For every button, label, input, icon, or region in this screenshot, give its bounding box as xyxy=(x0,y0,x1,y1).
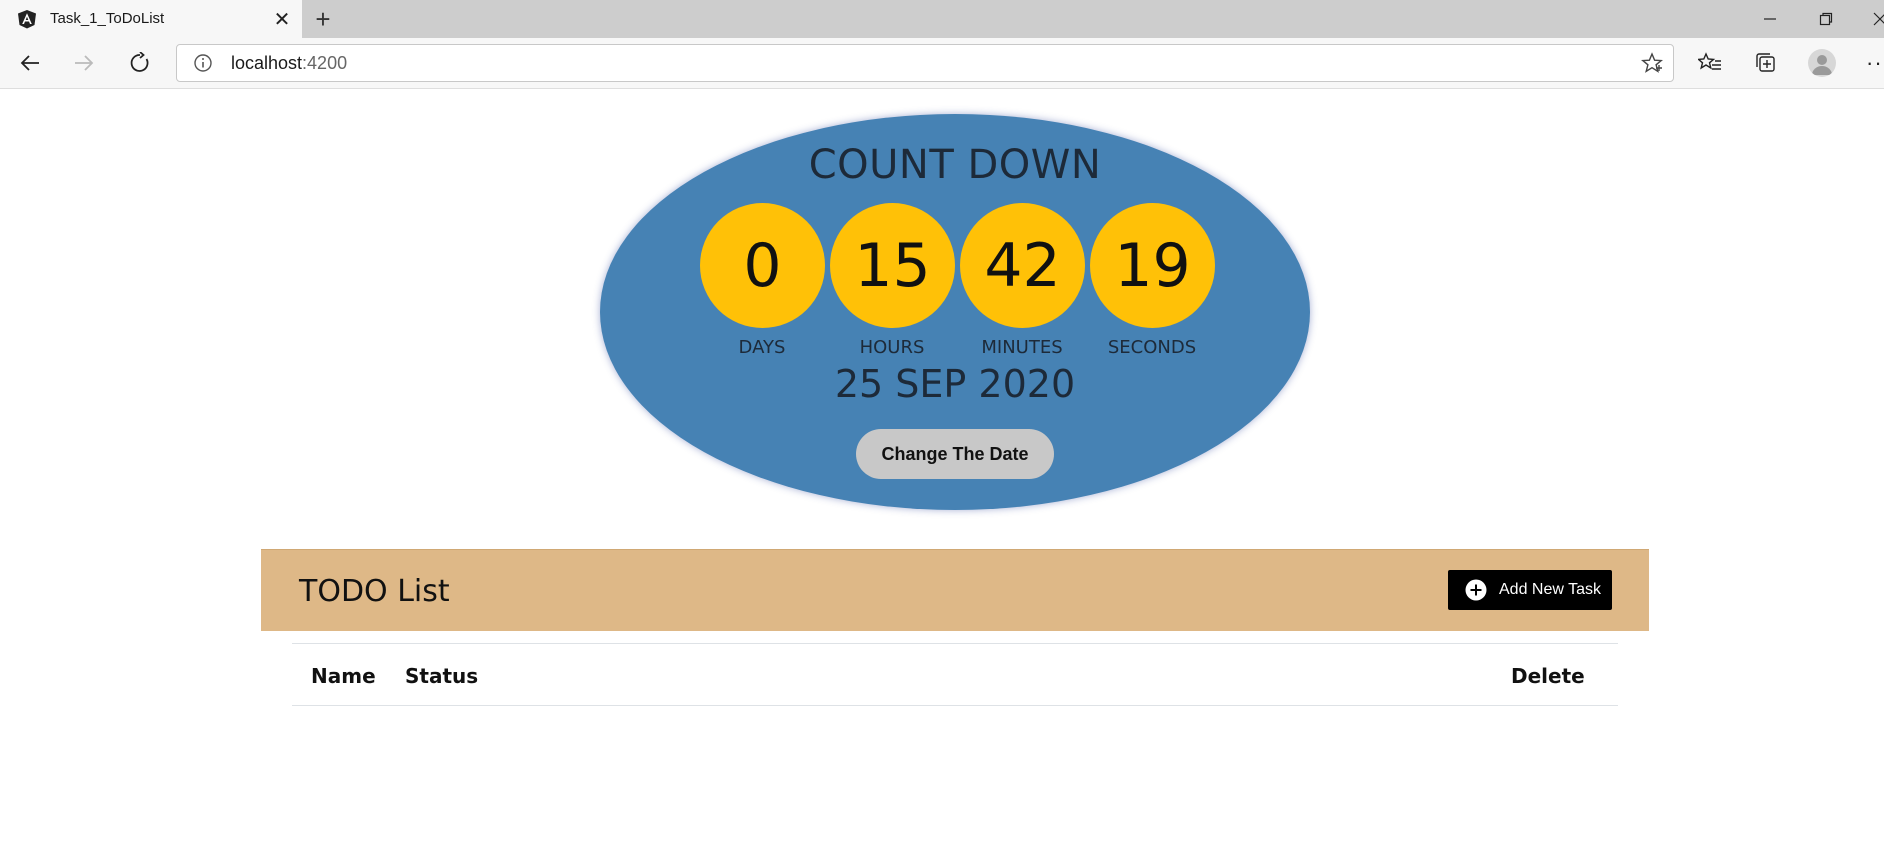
forward-icon[interactable] xyxy=(68,47,100,79)
more-menu-icon[interactable]: ··· xyxy=(1866,50,1884,76)
refresh-icon[interactable] xyxy=(124,47,156,79)
add-new-task-button[interactable]: Add New Task xyxy=(1448,570,1612,610)
seconds-label: SECONDS xyxy=(1107,337,1197,358)
todo-header: TODO List Add New Task xyxy=(261,549,1649,631)
tab-title: Task_1_ToDoList xyxy=(50,10,165,27)
add-new-task-label: Add New Task xyxy=(1499,581,1601,598)
minutes-label: MINUTES xyxy=(981,337,1063,358)
favorites-icon[interactable] xyxy=(1696,49,1724,77)
collections-icon[interactable] xyxy=(1752,49,1780,77)
column-header-status: Status xyxy=(405,664,479,688)
address-bar[interactable]: localhost:4200 xyxy=(176,44,1674,82)
todo-table-header: Name Status Delete xyxy=(292,643,1618,706)
column-header-name: Name xyxy=(311,664,376,688)
plus-circle-icon xyxy=(1465,579,1487,601)
target-date: 25 SEP 2020 xyxy=(834,362,1076,406)
todo-title: TODO List xyxy=(299,574,450,609)
column-header-delete: Delete xyxy=(1511,664,1585,688)
minutes-value: 42 xyxy=(960,203,1085,328)
countdown-panel: COUNT DOWN 0 15 42 19 DAYS HOURS MINUTES… xyxy=(600,114,1310,510)
browser-tab[interactable]: Task_1_ToDoList ✕ xyxy=(0,0,302,38)
close-window-icon[interactable] xyxy=(1862,4,1884,34)
browser-toolbar: localhost:4200 ··· xyxy=(0,38,1884,89)
change-date-button[interactable]: Change The Date xyxy=(856,429,1054,479)
hours-value: 15 xyxy=(830,203,955,328)
profile-avatar-icon[interactable] xyxy=(1808,49,1836,77)
days-label: DAYS xyxy=(738,337,786,358)
info-icon[interactable] xyxy=(193,53,213,73)
address-text[interactable]: localhost:4200 xyxy=(231,53,347,74)
countdown-title: COUNT DOWN xyxy=(808,142,1102,188)
browser-tabstrip: Task_1_ToDoList ✕ + xyxy=(0,0,1884,38)
hours-label: HOURS xyxy=(859,337,925,358)
address-port: :4200 xyxy=(302,53,348,73)
seconds-value: 19 xyxy=(1090,203,1215,328)
angular-icon xyxy=(18,10,36,29)
minimize-icon[interactable] xyxy=(1752,4,1788,34)
close-tab-icon[interactable]: ✕ xyxy=(270,7,294,31)
restore-icon[interactable] xyxy=(1808,4,1844,34)
days-value: 0 xyxy=(700,203,825,328)
back-icon[interactable] xyxy=(14,47,46,79)
address-host: localhost xyxy=(231,53,303,73)
new-tab-button[interactable]: + xyxy=(310,4,336,34)
favorite-star-icon[interactable] xyxy=(1641,52,1663,74)
